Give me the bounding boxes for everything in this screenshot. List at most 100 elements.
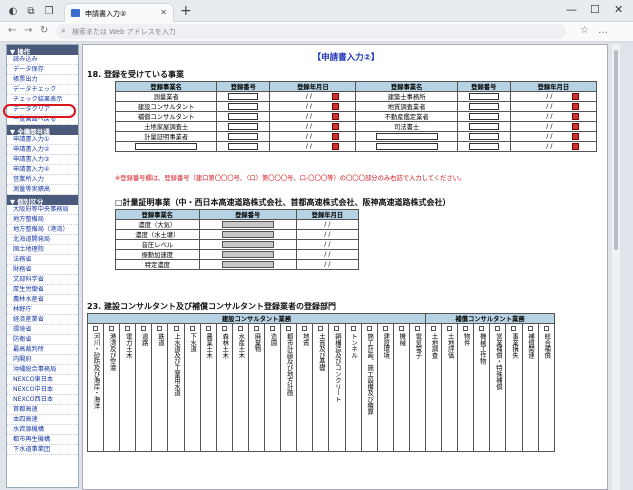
department-checkbox[interactable] bbox=[334, 326, 340, 331]
calendar-icon[interactable] bbox=[572, 142, 580, 150]
sidebar-item[interactable]: 申請書入力① bbox=[7, 135, 78, 145]
number-input[interactable] bbox=[468, 92, 499, 100]
calendar-icon[interactable] bbox=[572, 92, 580, 100]
sidebar-item[interactable]: データ保存 bbox=[7, 65, 78, 75]
date-input[interactable]: / / bbox=[527, 93, 571, 100]
calendar-icon[interactable] bbox=[331, 142, 339, 150]
favorites-icon[interactable]: ☆ bbox=[580, 25, 589, 36]
menu-icon[interactable]: … bbox=[598, 25, 608, 36]
department-checkbox[interactable] bbox=[318, 326, 324, 331]
back-icon[interactable]: ← bbox=[8, 25, 16, 36]
sidebar-item[interactable]: 水資源機構 bbox=[7, 425, 78, 435]
sidebar-item[interactable]: 都市再生機構 bbox=[7, 435, 78, 445]
business-name-input[interactable] bbox=[135, 142, 198, 150]
sidebar-item[interactable]: 申請書入力③ bbox=[7, 155, 78, 165]
sidebar-item[interactable]: データチェック bbox=[7, 85, 78, 95]
department-checkbox[interactable] bbox=[173, 326, 179, 331]
close-window-button[interactable]: ✕ bbox=[614, 3, 623, 16]
calendar-icon[interactable] bbox=[331, 92, 339, 100]
sidebar-item[interactable]: 大阪府等中央事務局 bbox=[7, 205, 78, 215]
sidebar-item[interactable]: 最高裁判所 bbox=[7, 345, 78, 355]
date-input[interactable]: / / bbox=[527, 123, 571, 130]
calendar-icon[interactable] bbox=[572, 132, 580, 140]
sidebar-item[interactable]: 地方整備局 bbox=[7, 215, 78, 225]
number-input[interactable] bbox=[228, 122, 259, 130]
date-input[interactable]: / / bbox=[527, 143, 571, 150]
sidebar-item[interactable]: 農林水産省 bbox=[7, 295, 78, 305]
department-checkbox[interactable] bbox=[431, 326, 437, 331]
sidebar-item[interactable]: 下水道事業団 bbox=[7, 445, 78, 455]
number-input[interactable] bbox=[468, 122, 499, 130]
sidebar-item[interactable]: 首都高速 bbox=[7, 405, 78, 415]
date-input[interactable]: / / bbox=[527, 133, 571, 140]
sidebar-item[interactable]: 財務省 bbox=[7, 265, 78, 275]
date-input[interactable]: / / bbox=[287, 103, 331, 110]
sidebar-item[interactable]: 内閣府 bbox=[7, 355, 78, 365]
sidebar-item[interactable]: 北海道開発局 bbox=[7, 235, 78, 245]
calendar-icon[interactable] bbox=[331, 102, 339, 110]
number-input[interactable] bbox=[468, 112, 499, 120]
department-checkbox[interactable] bbox=[189, 326, 195, 331]
department-checkbox[interactable] bbox=[479, 326, 485, 331]
number-input[interactable] bbox=[228, 132, 259, 140]
date-input[interactable]: / / bbox=[527, 113, 571, 120]
sidebar-item[interactable]: NEXCO中日本 bbox=[7, 385, 78, 395]
sidebar-item[interactable]: 申請書入力④ bbox=[7, 165, 78, 175]
number-input[interactable] bbox=[228, 92, 259, 100]
sidebar-item[interactable]: 申請書入力② bbox=[7, 145, 78, 155]
department-checkbox[interactable] bbox=[141, 326, 147, 331]
department-checkbox[interactable] bbox=[237, 326, 243, 331]
scrollbar[interactable] bbox=[612, 44, 620, 490]
business-name[interactable] bbox=[355, 131, 458, 142]
department-checkbox[interactable] bbox=[495, 326, 501, 331]
sidebar-item[interactable]: 帳票出力 bbox=[7, 75, 78, 85]
number-input[interactable] bbox=[468, 132, 499, 140]
calendar-icon[interactable] bbox=[572, 122, 580, 130]
department-checkbox[interactable] bbox=[366, 326, 372, 331]
business-name[interactable] bbox=[355, 141, 458, 152]
scroll-thumb[interactable] bbox=[614, 50, 618, 250]
sidebar-item[interactable]: 林野庁 bbox=[7, 305, 78, 315]
sidebar-item[interactable]: 厚生労働省 bbox=[7, 285, 78, 295]
profile-icon[interactable]: ◐ bbox=[6, 4, 20, 18]
new-tab-button[interactable]: + bbox=[180, 3, 192, 19]
department-checkbox[interactable] bbox=[398, 326, 404, 331]
date-input[interactable]: / / bbox=[527, 103, 571, 110]
department-checkbox[interactable] bbox=[447, 326, 453, 331]
sidebar-item[interactable]: 本四高速 bbox=[7, 415, 78, 425]
workspaces-icon[interactable]: ⧉ bbox=[24, 4, 38, 18]
calendar-icon[interactable] bbox=[331, 122, 339, 130]
department-checkbox[interactable] bbox=[109, 326, 115, 331]
department-checkbox[interactable] bbox=[205, 326, 211, 331]
department-checkbox[interactable] bbox=[302, 326, 308, 331]
department-checkbox[interactable] bbox=[527, 326, 533, 331]
business-name[interactable] bbox=[114, 141, 218, 152]
sidebar-item[interactable]: NEXCO東日本 bbox=[7, 375, 78, 385]
browser-tab[interactable]: 申請書入力② ✕ bbox=[64, 3, 174, 22]
number-input[interactable] bbox=[228, 142, 259, 150]
maximize-button[interactable]: ☐ bbox=[590, 3, 600, 16]
address-bar[interactable]: ⌕ 検索または Web アドレスを入力 bbox=[56, 24, 566, 39]
sidebar-item[interactable]: 文部科学省 bbox=[7, 275, 78, 285]
department-checkbox[interactable] bbox=[463, 326, 469, 331]
department-checkbox[interactable] bbox=[253, 326, 259, 331]
business-name-input[interactable] bbox=[375, 132, 438, 140]
department-checkbox[interactable] bbox=[350, 326, 356, 331]
sidebar-item[interactable]: 経済産業省 bbox=[7, 315, 78, 325]
minimize-button[interactable]: — bbox=[566, 3, 577, 16]
calendar-icon[interactable] bbox=[572, 102, 580, 110]
department-checkbox[interactable] bbox=[270, 326, 276, 331]
sidebar-item[interactable]: 測量等実績高 bbox=[7, 185, 78, 195]
date-input[interactable]: / / bbox=[287, 93, 331, 100]
sidebar-item[interactable]: 環境省 bbox=[7, 325, 78, 335]
sidebar-item[interactable]: 営業所入力 bbox=[7, 175, 78, 185]
department-checkbox[interactable] bbox=[286, 326, 292, 331]
sidebar-item[interactable]: 防衛省 bbox=[7, 335, 78, 345]
tab-actions-icon[interactable]: ❐ bbox=[42, 4, 56, 18]
number-input[interactable] bbox=[468, 142, 499, 150]
department-checkbox[interactable] bbox=[93, 326, 99, 331]
sidebar-item[interactable]: 地方整備局（港湾） bbox=[7, 225, 78, 235]
number-input[interactable] bbox=[468, 102, 499, 110]
date-input[interactable]: / / bbox=[287, 143, 331, 150]
number-input[interactable] bbox=[228, 102, 259, 110]
